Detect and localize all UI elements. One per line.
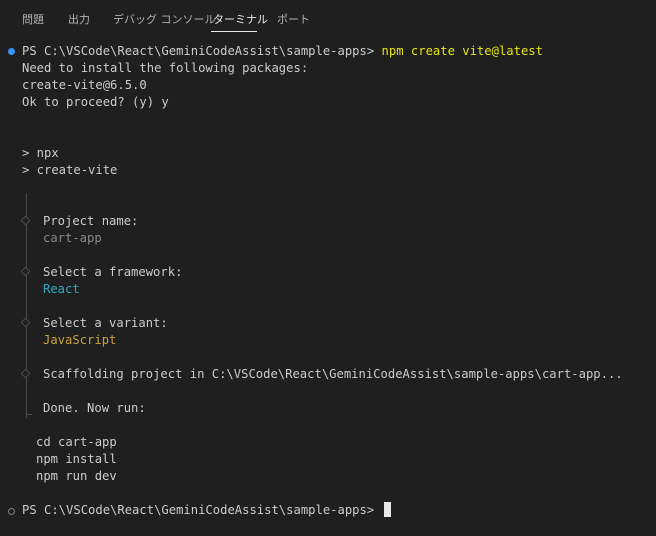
tab-ports[interactable]: ポート	[277, 12, 310, 28]
tab-output[interactable]: 出力	[68, 12, 90, 28]
terminal-cursor	[383, 502, 391, 517]
step-diamond-icon	[20, 317, 31, 328]
step-diamond-icon	[20, 266, 31, 277]
output-npx: > npx	[22, 146, 59, 160]
step-diamond-icon	[20, 368, 31, 379]
step-diamond-icon	[20, 215, 31, 226]
label-framework: Select a framework:	[43, 265, 183, 279]
label-project-name: Project name:	[43, 214, 139, 228]
prompt-path: PS C:\VSCode\React\GeminiCodeAssist\samp…	[22, 44, 375, 58]
output-scaffolding: Scaffolding project in C:\VSCode\React\G…	[43, 367, 623, 381]
value-project-name: cart-app	[43, 231, 102, 245]
prompt-path: PS C:\VSCode\React\GeminiCodeAssist\samp…	[22, 503, 375, 517]
command-success-dot-icon[interactable]	[8, 48, 15, 55]
tab-debug-console[interactable]: デバッグ コンソール	[113, 12, 216, 28]
prompt-line: PS C:\VSCode\React\GeminiCodeAssist\samp…	[22, 43, 543, 60]
output-done: Done. Now run:	[43, 401, 146, 415]
command-pending-dot-icon[interactable]	[8, 508, 15, 515]
tab-terminal[interactable]: ターミナル	[213, 12, 268, 28]
active-tab-indicator	[211, 31, 257, 32]
output-create-vite: > create-vite	[22, 163, 118, 177]
output-need-install: Need to install the following packages:	[22, 61, 309, 75]
run-cmd: npm run dev	[36, 469, 117, 483]
run-cmd: npm install	[36, 452, 117, 466]
label-variant: Select a variant:	[43, 316, 168, 330]
terminal-output[interactable]: PS C:\VSCode\React\GeminiCodeAssist\samp…	[0, 40, 656, 536]
step-end-corner-icon	[26, 409, 32, 415]
command-text: npm create vite@latest	[381, 44, 543, 58]
tab-problems[interactable]: 問題	[22, 12, 44, 28]
panel-tab-bar: 問題 出力 デバッグ コンソール ターミナル ポート	[0, 0, 656, 40]
value-variant: JavaScript	[43, 333, 117, 347]
value-framework: React	[43, 282, 80, 296]
output-proceed: Ok to proceed? (y) y	[22, 95, 169, 109]
prompt-gutter-line	[26, 193, 27, 418]
current-prompt-line[interactable]: PS C:\VSCode\React\GeminiCodeAssist\samp…	[22, 502, 391, 519]
output-package: create-vite@6.5.0	[22, 78, 147, 92]
run-cmd: cd cart-app	[36, 435, 117, 449]
